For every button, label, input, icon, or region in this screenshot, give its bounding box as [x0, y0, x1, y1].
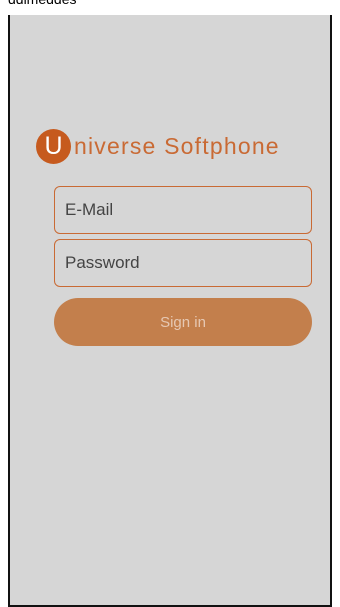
logo-text: niverse Softphone: [74, 132, 280, 159]
logo-letter: U: [44, 131, 63, 160]
app-logo: U niverse Softphone: [36, 128, 280, 164]
email-field[interactable]: [54, 186, 312, 234]
password-field[interactable]: [54, 239, 312, 287]
sign-in-button[interactable]: Sign in: [54, 298, 312, 346]
app-screen: U niverse Softphone Sign in: [8, 15, 332, 607]
top-caption-text: ddimeddes: [8, 0, 77, 7]
logo-badge-icon: U: [36, 128, 71, 164]
